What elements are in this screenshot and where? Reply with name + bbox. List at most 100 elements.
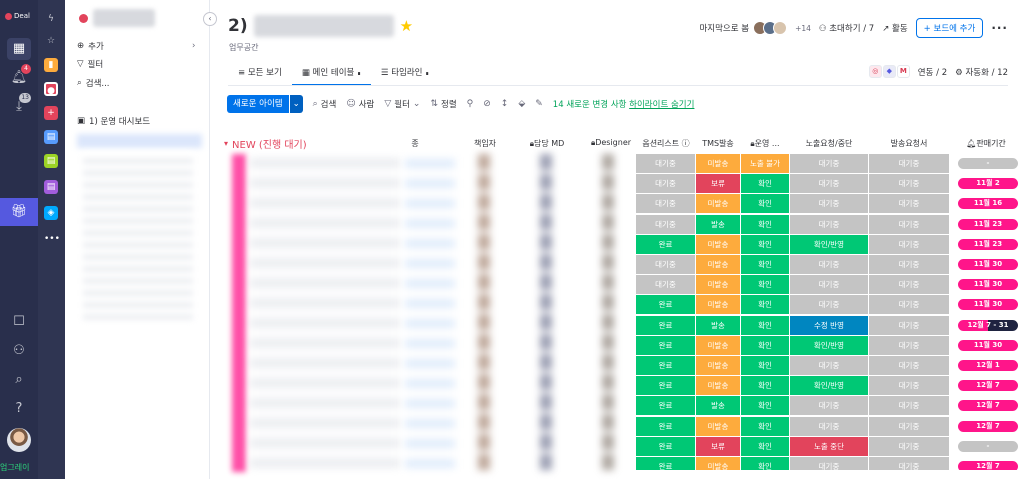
table-row[interactable]: 완료 발송 확인 대기중 대기중 12월 7 <box>210 396 1024 416</box>
column-header[interactable]: 🔔︎판매기간 <box>955 138 1017 149</box>
tms-status[interactable]: 발송 <box>696 315 740 335</box>
group-title[interactable]: NEW (진행 대기) <box>232 136 307 151</box>
table-row[interactable]: 완료 발송 확인 수정 반영 대기중 12월 7 - 31 <box>210 315 1024 336</box>
send-request-status[interactable]: 대기중 <box>869 335 949 355</box>
column-header[interactable]: 🔒︎담당 MD <box>522 138 572 149</box>
inbox-icon[interactable]: ⤓ 13 <box>7 93 31 118</box>
tms-status[interactable]: 미발송 <box>696 295 740 315</box>
table-row[interactable]: 대기중 발송 확인 대기중 대기중 11월 23 <box>210 214 1024 235</box>
column-header[interactable]: TMS발송 <box>696 138 740 149</box>
option-list-status[interactable]: 대기중 <box>636 275 695 295</box>
option-list-status[interactable]: 완료 <box>636 416 695 436</box>
exposure-status[interactable]: 대기중 <box>790 174 868 194</box>
chevron-down-icon[interactable]: ⌄ <box>288 95 303 113</box>
sale-period-pill[interactable]: 11월 30 <box>958 339 1018 351</box>
last-seen-avatars[interactable] <box>753 21 788 35</box>
board-icon[interactable]: ▤ <box>44 130 58 144</box>
exposure-status[interactable]: 확인/반영 <box>790 335 868 355</box>
exposure-status[interactable]: 대기중 <box>790 275 868 295</box>
send-request-status[interactable]: 대기중 <box>869 396 949 416</box>
more-icon[interactable]: ••• <box>44 232 60 246</box>
option-list-status[interactable]: 대기중 <box>636 174 695 194</box>
search-icon[interactable]: ⌕ <box>7 369 31 391</box>
tms-status[interactable]: 미발송 <box>696 234 740 254</box>
shield-icon[interactable]: ◈ <box>44 206 58 220</box>
table-row[interactable]: 대기중 미발송 확인 대기중 대기중 11월 30 <box>210 275 1024 295</box>
invite-user-icon[interactable]: ⚇ <box>7 340 31 362</box>
exposure-status[interactable]: 대기중 <box>790 396 868 416</box>
sale-period-pill[interactable]: 11월 23 <box>958 218 1018 230</box>
tms-status[interactable]: 미발송 <box>696 255 740 274</box>
sale-period-pill[interactable]: - <box>958 158 1018 169</box>
option-list-status[interactable]: 완료 <box>636 356 695 375</box>
option-list-status[interactable]: 대기중 <box>636 255 695 274</box>
table-row[interactable]: 완료 미발송 확인 확인/반영 대기중 11월 30 <box>210 335 1024 356</box>
exposure-status[interactable]: 대기중 <box>790 214 868 234</box>
tms-status[interactable]: 발송 <box>696 214 740 234</box>
table-row[interactable]: 완료 미발송 확인 확인/반영 대기중 11월 23 <box>210 234 1024 255</box>
color-icon[interactable]: ⬙ <box>518 99 525 109</box>
star-icon[interactable]: ★ <box>400 17 413 35</box>
more-icon[interactable]: ··· <box>991 21 1008 35</box>
board-title[interactable] <box>253 15 394 37</box>
sale-period-pill[interactable]: 11월 30 <box>958 299 1018 311</box>
filter-button[interactable]: ▽ 필터 ⌄ <box>384 98 420 110</box>
table-row[interactable]: 대기중 미발송 확인 대기중 대기중 11월 30 <box>210 255 1024 275</box>
invite-button[interactable]: ⚇ 초대하기 / 7 <box>819 22 874 34</box>
exposure-status[interactable]: 노출 중단 <box>790 436 868 456</box>
column-header[interactable]: 노출요청/중단 <box>790 138 868 149</box>
person-filter-button[interactable]: ☺ 사람 <box>346 98 374 110</box>
integrations-button[interactable]: 연동 / 2 <box>918 66 947 78</box>
ops-status[interactable]: 확인 <box>741 416 789 436</box>
paint-icon[interactable]: ✎ <box>535 99 543 109</box>
tms-status[interactable]: 발송 <box>696 396 740 416</box>
ops-status[interactable]: 확인 <box>741 396 789 416</box>
tms-status[interactable]: 보류 <box>696 436 740 456</box>
sale-period-pill[interactable]: 12월 7 <box>958 400 1018 412</box>
gift-icon[interactable]: 🎁︎ <box>0 198 38 226</box>
sale-period-pill[interactable]: 11월 16 <box>958 198 1018 210</box>
ops-status[interactable]: 확인 <box>741 194 789 214</box>
tms-status[interactable]: 미발송 <box>696 194 740 214</box>
ops-status[interactable]: 확인 <box>741 356 789 375</box>
table-row[interactable]: 완료 미발송 확인 대기중 대기중 12월 1 <box>210 356 1024 376</box>
sale-period-pill[interactable]: 11월 30 <box>958 279 1018 291</box>
column-header[interactable]: 🔒︎운영 ... <box>741 138 789 149</box>
ops-status[interactable]: 확인 <box>741 315 789 335</box>
tab-all-views[interactable]: ≡ 모든 보기 <box>228 60 292 84</box>
option-list-status[interactable]: 완료 <box>636 376 695 396</box>
column-header[interactable]: 책임자 <box>465 138 505 149</box>
send-request-status[interactable]: 대기중 <box>869 416 949 436</box>
board-title-prefix[interactable]: 2) <box>228 16 248 36</box>
send-request-status[interactable]: 대기중 <box>869 315 949 335</box>
sort-button[interactable]: ⇅ 정렬 <box>430 98 456 110</box>
pin-icon[interactable]: ⚲ <box>467 99 474 109</box>
column-header[interactable]: 🔒︎Designer <box>585 138 637 148</box>
table-row[interactable]: 대기중 미발송 확인 대기중 대기중 11월 16 <box>210 194 1024 214</box>
board-icon[interactable]: ● <box>44 82 58 96</box>
chevron-down-icon[interactable]: ▾ <box>224 139 228 148</box>
exposure-status[interactable]: 수정 반영 <box>790 315 868 335</box>
last-seen-label[interactable]: 마지막으로 봄 <box>699 22 749 34</box>
exposure-status[interactable]: 대기중 <box>790 154 868 173</box>
send-request-status[interactable]: 대기중 <box>869 356 949 375</box>
exposure-status[interactable]: 대기중 <box>790 194 868 214</box>
column-header[interactable]: 발송요청서 <box>869 138 949 149</box>
sidebar-search[interactable]: ⌕ 검색... <box>77 77 110 89</box>
lightning-icon[interactable]: ϟ <box>44 12 58 26</box>
hide-icon[interactable]: ⊘ <box>483 99 491 109</box>
table-row[interactable]: 완료 보류 확인 노출 중단 대기중 - <box>210 436 1024 457</box>
send-request-status[interactable]: 대기중 <box>869 194 949 214</box>
tms-status[interactable]: 미발송 <box>696 335 740 355</box>
ops-status[interactable]: 확인 <box>741 376 789 396</box>
plus-icon[interactable]: + <box>44 106 58 120</box>
send-request-status[interactable]: 대기중 <box>869 295 949 315</box>
upgrade-link[interactable]: 업그레이 <box>0 462 38 473</box>
hide-highlights-link[interactable]: 하이라이트 숨기기 <box>629 100 694 110</box>
table-row[interactable]: 완료 미발송 확인 대기중 대기중 11월 30 <box>210 295 1024 315</box>
sale-period-pill[interactable]: 12월 7 <box>958 420 1018 432</box>
add-to-board-button[interactable]: + 보드에 추가 <box>915 18 984 38</box>
ops-status[interactable]: 확인 <box>741 335 789 355</box>
sale-period-pill[interactable]: 12월 7 - 31 <box>958 319 1018 331</box>
star-icon[interactable]: ☆ <box>44 34 58 48</box>
